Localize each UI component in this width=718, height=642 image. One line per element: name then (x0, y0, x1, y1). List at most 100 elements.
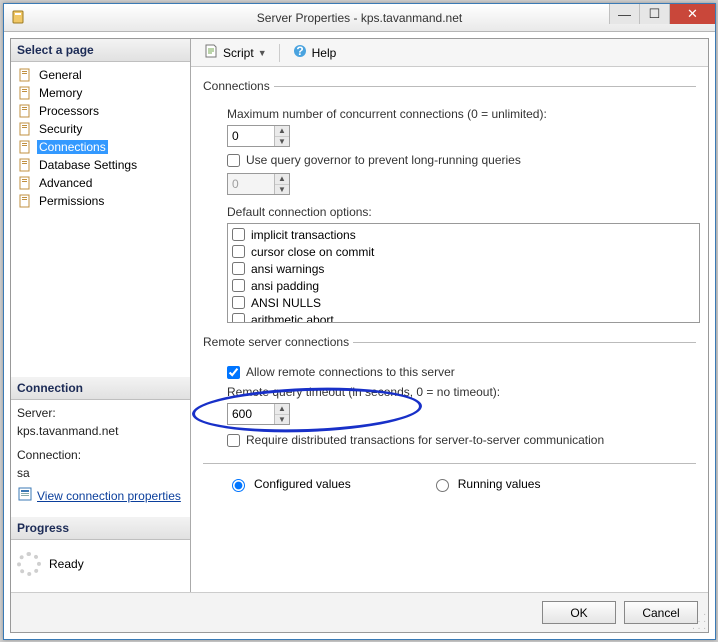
dropdown-icon[interactable]: ▼ (258, 48, 267, 58)
nav-item-permissions[interactable]: Permissions (11, 192, 190, 210)
connection-value: sa (11, 464, 190, 482)
nav-item-processors[interactable]: Processors (11, 102, 190, 120)
option-checkbox[interactable] (232, 228, 245, 241)
connections-legend: Connections (203, 79, 274, 93)
default-options-label: Default connection options: (227, 205, 372, 219)
connection-info: Server: kps.tavanmand.net Connection: sa… (11, 400, 190, 517)
option-checkbox[interactable] (232, 245, 245, 258)
minimize-button[interactable]: — (609, 4, 639, 24)
nav-item-general[interactable]: General (11, 66, 190, 84)
max-conn-spinner[interactable]: ▲▼ (227, 125, 290, 147)
require-dist-label: Require distributed transactions for ser… (246, 433, 604, 447)
option-arithmetic-abort[interactable]: arithmetic abort (230, 311, 697, 323)
view-connection-link[interactable]: View connection properties (37, 489, 181, 503)
left-column: Select a page General Memory Processors Sec… (11, 39, 191, 592)
max-conn-input[interactable] (228, 126, 274, 146)
allow-remote-checkbox[interactable] (227, 366, 240, 379)
script-icon (203, 43, 219, 62)
right-column: Script ▼ ? Help Connections Maximum numb… (191, 39, 708, 592)
nav-item-security[interactable]: Security (11, 120, 190, 138)
max-conn-label: Maximum number of concurrent connections… (227, 107, 547, 121)
svg-text:?: ? (296, 44, 303, 58)
view-connection-properties[interactable]: View connection properties (11, 482, 190, 509)
page-content: Connections Maximum number of concurrent… (191, 67, 708, 592)
close-button[interactable]: ✕ (669, 4, 715, 24)
connections-group: Connections Maximum number of concurrent… (203, 79, 696, 325)
page-icon (17, 103, 33, 119)
page-icon (17, 85, 33, 101)
option-ansi-padding[interactable]: ansi padding (230, 277, 697, 294)
help-button[interactable]: ? Help (288, 41, 341, 64)
resize-grip-icon[interactable]: .. .. . . (692, 609, 706, 630)
option-label: ANSI NULLS (251, 296, 321, 310)
progress-header: Progress (11, 517, 190, 540)
maximize-button[interactable]: ☐ (639, 4, 669, 24)
option-cursor-close-on-commit[interactable]: cursor close on commit (230, 243, 697, 260)
page-icon (17, 175, 33, 191)
option-label: cursor close on commit (251, 245, 374, 259)
remote-timeout-input[interactable] (228, 404, 274, 424)
option-checkbox[interactable] (232, 313, 245, 323)
help-icon: ? (292, 43, 308, 62)
script-button[interactable]: Script ▼ (199, 41, 271, 64)
help-label: Help (312, 46, 337, 60)
nav-item-connections[interactable]: Connections (11, 138, 190, 156)
up-arrow-icon: ▲ (275, 174, 289, 185)
connection-label: Connection: (11, 446, 190, 464)
governor-input (228, 174, 274, 194)
option-ansi-nulls[interactable]: ANSI NULLS (230, 294, 697, 311)
option-label: implicit transactions (251, 228, 356, 242)
running-values-radio[interactable]: Running values (431, 476, 541, 492)
nav-item-database-settings[interactable]: Database Settings (11, 156, 190, 174)
option-checkbox[interactable] (232, 279, 245, 292)
option-label: arithmetic abort (251, 313, 334, 324)
select-page-header: Select a page (11, 39, 190, 62)
toolbar: Script ▼ ? Help (191, 39, 708, 67)
spinner-arrows[interactable]: ▲▼ (274, 126, 289, 146)
remote-timeout-label: Remote query timeout (in seconds, 0 = no… (227, 385, 500, 399)
page-icon (17, 193, 33, 209)
cancel-button[interactable]: Cancel (624, 601, 698, 624)
spinner-arrows[interactable]: ▲▼ (274, 404, 289, 424)
page-nav: General Memory Processors Security Connectio… (11, 62, 190, 377)
progress-spinner-icon (17, 552, 41, 576)
progress-body: Ready (11, 540, 190, 592)
nav-item-memory[interactable]: Memory (11, 84, 190, 102)
progress-status: Ready (49, 557, 84, 571)
server-label: Server: (11, 404, 190, 422)
main-area: Select a page General Memory Processors Sec… (11, 39, 708, 592)
option-ansi-warnings[interactable]: ansi warnings (230, 260, 697, 277)
require-dist-checkbox[interactable] (227, 434, 240, 447)
script-label: Script (223, 46, 254, 60)
governor-spinner: ▲▼ (227, 173, 290, 195)
page-icon (17, 121, 33, 137)
option-implicit-transactions[interactable]: implicit transactions (230, 226, 697, 243)
dialog-buttons: OK Cancel (11, 592, 708, 632)
app-icon (10, 9, 26, 25)
nav-label: Security (37, 122, 84, 136)
client-area: Select a page General Memory Processors Sec… (10, 38, 709, 633)
window-title: Server Properties - kps.tavanmand.net (257, 11, 462, 25)
allow-remote-label: Allow remote connections to this server (246, 365, 455, 379)
remote-timeout-spinner[interactable]: ▲▼ (227, 403, 290, 425)
configured-values-radio[interactable]: Configured values (227, 476, 351, 492)
dialog-window: Server Properties - kps.tavanmand.net — … (3, 3, 716, 640)
down-arrow-icon: ▼ (275, 185, 289, 195)
title-bar[interactable]: Server Properties - kps.tavanmand.net — … (4, 4, 715, 32)
ok-button[interactable]: OK (542, 601, 616, 624)
nav-label: Permissions (37, 194, 106, 208)
nav-label: Memory (37, 86, 84, 100)
option-checkbox[interactable] (232, 262, 245, 275)
nav-item-advanced[interactable]: Advanced (11, 174, 190, 192)
nav-label: Database Settings (37, 158, 139, 172)
use-governor-checkbox[interactable] (227, 154, 240, 167)
option-label: ansi padding (251, 279, 319, 293)
default-options-list[interactable]: implicit transactions cursor close on com… (227, 223, 700, 323)
use-governor-label: Use query governor to prevent long-runni… (246, 153, 521, 167)
option-checkbox[interactable] (232, 296, 245, 309)
option-label: ansi warnings (251, 262, 324, 276)
properties-icon (17, 486, 33, 505)
remote-group: Remote server connections Allow remote c… (203, 335, 696, 453)
page-icon (17, 139, 33, 155)
connection-header: Connection (11, 377, 190, 400)
